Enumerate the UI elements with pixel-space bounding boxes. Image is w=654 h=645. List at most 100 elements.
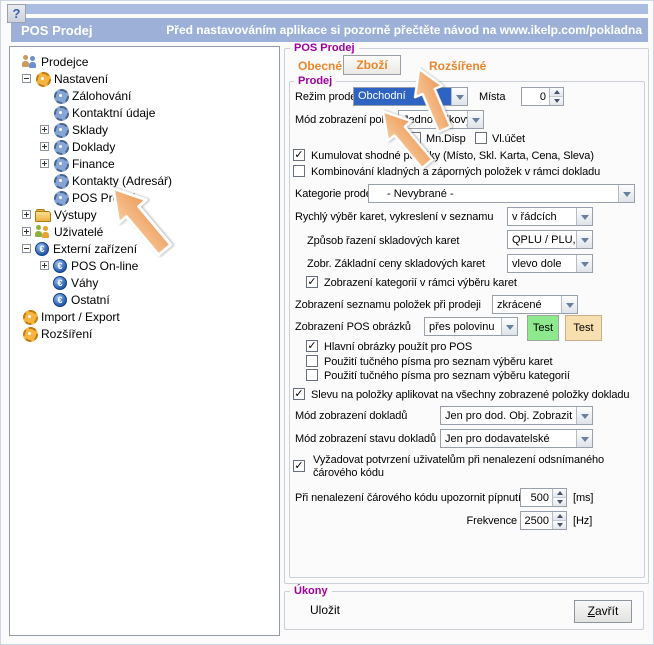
save-button[interactable]: Uložit (310, 603, 340, 617)
plus-expander-icon[interactable] (22, 227, 31, 236)
tree-item-label: Prodejce (41, 55, 88, 69)
tree-item-label: Zálohování (72, 89, 131, 103)
tab-obecne[interactable]: Obecné (298, 59, 342, 73)
tree-item-label: Kontaktní údaje (72, 106, 155, 120)
titlebar: POS Prodej Před nastavováním aplikace si… (11, 18, 648, 42)
spinner-arrows-icon[interactable] (549, 88, 563, 105)
close-button[interactable]: Zavřít (574, 600, 632, 623)
tree-item-kontakty-adresar[interactable]: Kontakty (Adresář) (10, 172, 279, 189)
mod-stavu-label: Mód zobrazení stavu dokladů (295, 433, 436, 445)
spinner-arrows-icon[interactable] (552, 489, 566, 506)
slevu-checkbox[interactable]: ✓ (293, 388, 305, 400)
tree-item-kontaktni-udaje[interactable]: Kontaktní údaje (10, 104, 279, 121)
mod-stavu-select[interactable]: Jen pro dodavatelské (440, 429, 593, 448)
test-button-orange[interactable]: Test (565, 315, 602, 341)
chevron-down-icon[interactable] (467, 111, 483, 128)
tab-rozsirene[interactable]: Rozšířené (429, 59, 486, 73)
razeni-select[interactable]: QPLU / PLU, Kó (507, 230, 593, 249)
rychly-vyber-value: v řádcích (508, 211, 576, 223)
kategorie-select[interactable]: - Nevybrané - (368, 184, 635, 203)
chevron-down-icon[interactable] (618, 185, 634, 202)
zobrazeni-kategorii-checkbox[interactable]: ✓ (306, 276, 318, 288)
prodej-groupbox-caption: Prodej (294, 75, 336, 87)
chevron-down-icon[interactable] (451, 88, 467, 105)
hlavni-obrazky-label: Hlavní obrázky použít pro POS (324, 341, 472, 353)
chevron-down-icon[interactable] (576, 208, 592, 225)
rezim-prodeje-value: Obchodní (354, 88, 451, 105)
tree-item-label: POS Prodej (72, 191, 135, 205)
tree-item-finance[interactable]: Finance (10, 155, 279, 172)
mn-disp-label: Mn.Disp (426, 133, 466, 145)
spinner-arrows-icon[interactable] (552, 512, 566, 529)
minus-expander-icon[interactable] (22, 74, 31, 83)
chevron-down-icon[interactable] (576, 231, 592, 248)
zakladni-ceny-value: vlevo dole (508, 258, 576, 270)
test-button-green[interactable]: Test (527, 315, 559, 341)
pipnuti-spinner[interactable]: 500 (520, 488, 567, 507)
tree-item-import-export[interactable]: Import / Export (10, 308, 279, 325)
plus-expander-icon[interactable] (40, 142, 49, 151)
hlavni-obrazky-checkbox[interactable]: ✓ (306, 340, 318, 352)
tree-item-pos-prodej[interactable]: POS Prodej (10, 189, 279, 206)
gear-blue-icon (53, 88, 68, 103)
frekvence-label: Frekvence (293, 515, 517, 527)
settings-tree[interactable]: Prodejce Nastavení Zálohování Kontaktní úda… (9, 46, 280, 636)
tab-zbozi[interactable]: Zboží (343, 55, 401, 75)
help-button[interactable]: ? (7, 4, 26, 23)
chevron-down-icon[interactable] (576, 407, 592, 424)
gear-blue-icon (53, 105, 68, 120)
tree-item-sklady[interactable]: Sklady (10, 121, 279, 138)
chevron-down-icon[interactable] (576, 430, 592, 447)
rezim-prodeje-select[interactable]: Obchodní (353, 87, 468, 106)
tree-item-label: Finance (72, 157, 115, 171)
rychly-vyber-select[interactable]: v řádcích (507, 207, 593, 226)
mod-polozek-value: Jednořádkový (399, 114, 467, 126)
tree-item-vystupy[interactable]: Výstupy (10, 206, 279, 223)
seznam-polozek-value: zkrácené (493, 299, 561, 311)
tree-item-label: Nastavení (54, 72, 108, 86)
gear-orange-icon (22, 326, 37, 341)
zakladni-ceny-select[interactable]: vlevo dole (507, 254, 593, 273)
chevron-down-icon[interactable] (501, 318, 517, 335)
pos-obrazky-select[interactable]: přes polovinu (424, 317, 518, 336)
tucne-kategorii-checkbox[interactable] (306, 369, 318, 381)
chevron-down-icon[interactable] (576, 255, 592, 272)
minus-expander-icon[interactable] (22, 244, 31, 253)
frekvence-spinner[interactable]: 2500 (520, 511, 567, 530)
tree-item-externi-zarizeni[interactable]: €Externí zařízení (10, 240, 279, 257)
plus-expander-icon[interactable] (40, 261, 49, 270)
seznam-polozek-select[interactable]: zkrácené (492, 295, 578, 314)
gear-blue-icon (53, 173, 68, 188)
window-top-strip (7, 4, 648, 14)
vl-ucet-checkbox[interactable] (475, 132, 487, 144)
tree-item-zalohovani[interactable]: Zálohování (10, 87, 279, 104)
mista-spinner[interactable]: 0 (521, 87, 564, 106)
chevron-down-icon[interactable] (561, 296, 577, 313)
tree-item-uzivatele[interactable]: Uživatelé (10, 223, 279, 240)
tree-item-nastaveni[interactable]: Nastavení (10, 70, 279, 87)
mod-dokladu-select[interactable]: Jen pro dod. Obj. Zobrazit (440, 406, 593, 425)
kumulovat-checkbox[interactable]: ✓ (293, 149, 305, 161)
mn-disp-checkbox[interactable] (409, 132, 421, 144)
plus-expander-icon[interactable] (40, 125, 49, 134)
tree-item-doklady[interactable]: Doklady (10, 138, 279, 155)
tree-item-pos-on-line[interactable]: €POS On-line (10, 257, 279, 274)
tree-item-ostatni[interactable]: €Ostatní (10, 291, 279, 308)
plus-expander-icon[interactable] (22, 210, 31, 219)
zakladni-ceny-label: Zobr. Základní ceny skladových karet (307, 258, 485, 270)
window-title: POS Prodej (21, 23, 93, 38)
mod-dokladu-value: Jen pro dod. Obj. Zobrazit (441, 410, 576, 422)
gear-blue-icon (53, 156, 68, 171)
tree-item-vahy[interactable]: €Váhy (10, 274, 279, 291)
vyzadovat-checkbox[interactable]: ✓ (293, 460, 305, 472)
tree-item-label: Rozšíření (41, 327, 92, 341)
plus-expander-icon[interactable] (40, 159, 49, 168)
kombinovani-checkbox[interactable] (293, 165, 305, 177)
pos-prodej-groupbox-caption: POS Prodej (290, 42, 359, 54)
pos-obrazky-label: Zobrazení POS obrázků (295, 321, 411, 333)
tree-item-rozsireni[interactable]: Rozšíření (10, 325, 279, 342)
pipnuti-label: Při nenalezení čárového kódu upozornit p… (295, 492, 530, 504)
mod-polozek-select[interactable]: Jednořádkový (398, 110, 484, 129)
tucne-karet-checkbox[interactable] (306, 355, 318, 367)
tree-item-prodejce[interactable]: Prodejce (10, 53, 279, 70)
